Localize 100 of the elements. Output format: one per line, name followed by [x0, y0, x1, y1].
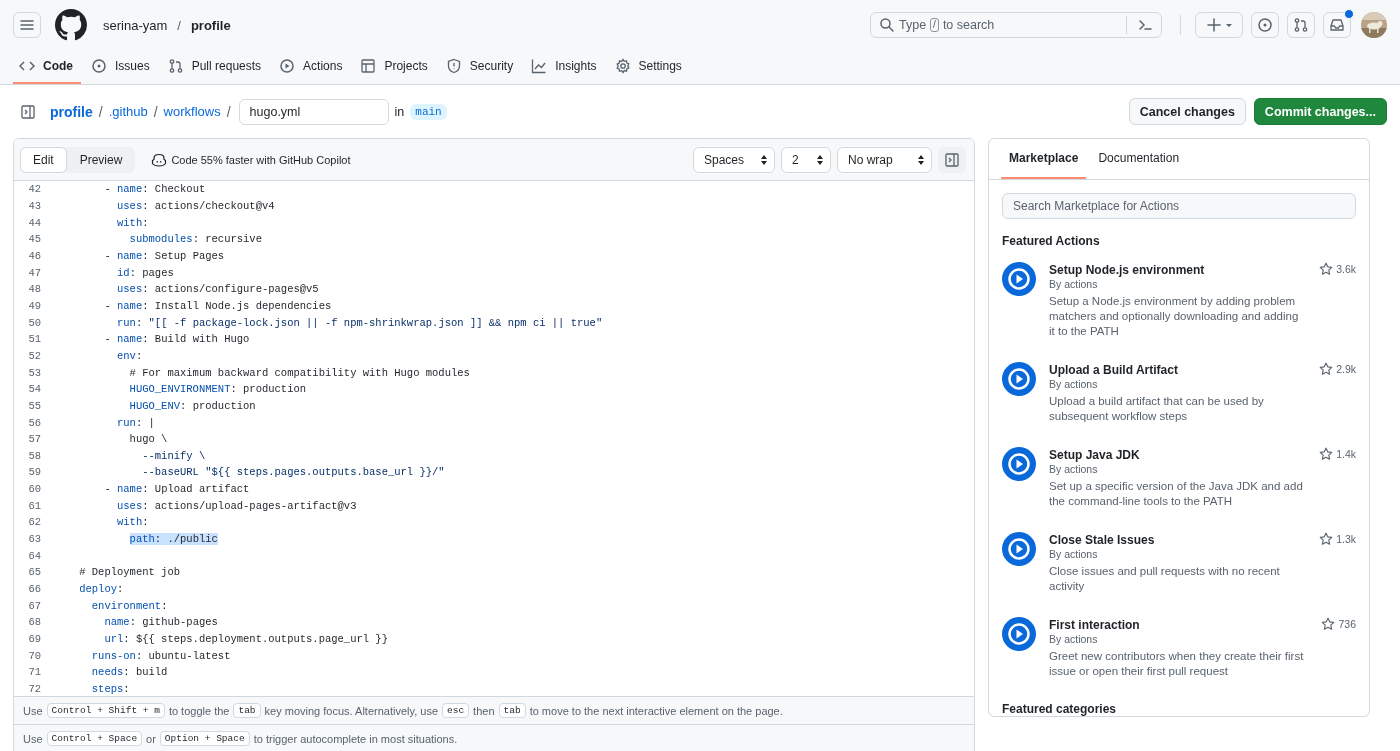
action-title-link[interactable]: Setup Java JDK: [1049, 447, 1304, 463]
marketplace-search-field[interactable]: Search Marketplace for Actions: [1002, 193, 1356, 219]
help-text: to toggle the: [168, 704, 230, 717]
action-description: Close issues and pull requests with no recent activity: [1049, 564, 1281, 594]
dropdown-select[interactable]: No wrap: [837, 146, 932, 173]
keyboard-key: Option + Space: [159, 731, 250, 746]
owner-link[interactable]: serina-yam: [103, 17, 168, 33]
star-count: 736: [1338, 618, 1356, 630]
line-number: 61: [27, 499, 41, 512]
action-author: By actions: [1049, 463, 1099, 476]
repo-link[interactable]: profile: [190, 17, 231, 33]
path-separator: /: [177, 17, 181, 33]
repo-tab[interactable]: Actions: [273, 50, 351, 84]
star-icon: [1319, 532, 1334, 546]
editor-tab[interactable]: Preview: [66, 146, 136, 173]
breadcrumb-link[interactable]: profile: [50, 103, 93, 120]
code-line: steps:: [90, 683, 130, 695]
filename-field[interactable]: hugo.yml: [238, 98, 389, 125]
line-number: 45: [27, 233, 41, 246]
line-number: 65: [27, 566, 41, 579]
issue-icon: [1257, 17, 1273, 33]
repo-tab[interactable]: Insights: [525, 50, 605, 84]
repo-tab[interactable]: Projects: [354, 50, 436, 84]
line-number: 70: [27, 649, 41, 662]
keyboard-key: tab: [498, 703, 526, 718]
line-number: 56: [27, 416, 41, 429]
line-number: 43: [27, 200, 41, 212]
line-number: 55: [27, 399, 41, 412]
terminal-icon[interactable]: [1137, 17, 1153, 33]
repo-tab[interactable]: Settings: [608, 50, 690, 84]
search-field[interactable]: Type / to search: [870, 12, 1162, 38]
action-title-link[interactable]: Upload a Build Artifact: [1049, 362, 1304, 378]
action-description: Greet new contributors when they create their first issue or open their first pull request: [1049, 649, 1304, 679]
sort-caret-icon: [760, 153, 768, 166]
help-text: to trigger autocomplete in most situations.: [253, 732, 458, 745]
line-number: 62: [27, 516, 41, 529]
copilot-promo[interactable]: Code 55% faster with GitHub Copilot: [171, 153, 351, 166]
pull-request-icon: [1293, 17, 1309, 33]
create-new-button[interactable]: [1195, 12, 1243, 38]
inbox-button[interactable]: [1323, 12, 1351, 38]
code-line: uses: actions/configure-pages@v5: [116, 283, 319, 296]
section-heading: Featured Actions: [1002, 234, 1101, 248]
breadcrumb-link[interactable]: .github: [108, 104, 148, 119]
dropdown-select[interactable]: 2: [781, 146, 831, 173]
commit-changes-button[interactable]: Commit changes...: [1253, 98, 1387, 125]
sort-caret-icon: [917, 153, 925, 166]
line-number: 64: [27, 549, 41, 562]
section-heading: Featured categories: [1002, 702, 1118, 716]
dropdown-select[interactable]: Spaces: [693, 146, 775, 173]
cancel-changes-button[interactable]: Cancel changes: [1128, 98, 1246, 125]
toggle-sidebar-button[interactable]: [938, 146, 966, 173]
search-icon: [879, 17, 895, 33]
inbox-icon: [1329, 17, 1345, 33]
sidebar-tab[interactable]: Documentation: [1090, 139, 1188, 179]
code-line: needs: build: [90, 666, 168, 679]
sort-caret-icon: [816, 153, 824, 166]
action-description: Set up a specific version of the Java JDK and add the command-line tools to the PATH: [1049, 479, 1304, 509]
code-line: name: github-pages: [103, 616, 218, 629]
line-number: 57: [27, 433, 41, 446]
repo-tab[interactable]: Issues: [85, 50, 158, 84]
code-line: HUGO_ENV: production: [128, 399, 256, 412]
star-icon: [1321, 617, 1336, 631]
menu-button[interactable]: [13, 12, 41, 38]
path-separator: /: [153, 103, 158, 120]
play-icon: [1002, 617, 1036, 651]
help-text: then: [473, 704, 495, 717]
play-icon: [1002, 262, 1036, 296]
code-line: hugo \: [128, 433, 168, 446]
code-line: environment:: [90, 599, 168, 612]
help-text: to move to the next interactive element on the page.: [529, 704, 783, 717]
repo-tab[interactable]: Code: [13, 50, 81, 84]
code-line: - name: Install Node.js dependencies: [103, 299, 332, 312]
code-line: uses: actions/checkout@v4: [116, 200, 275, 212]
line-number: 68: [27, 616, 41, 629]
editor-tab[interactable]: Edit: [20, 146, 67, 173]
play-icon: [1002, 532, 1036, 566]
line-number: 52: [27, 349, 41, 362]
sidebar-tab[interactable]: Marketplace: [1001, 139, 1087, 179]
branch-tag[interactable]: main: [410, 103, 447, 120]
pull-requests-button[interactable]: [1287, 12, 1315, 38]
octocat-logo-icon[interactable]: [55, 9, 87, 41]
action-title-link[interactable]: First interaction: [1049, 617, 1304, 633]
line-number: 42: [27, 183, 41, 196]
star-icon: [1319, 262, 1334, 276]
path-separator: /: [226, 103, 231, 120]
line-number: 58: [27, 449, 41, 462]
action-title-link[interactable]: Close Stale Issues: [1049, 532, 1304, 548]
action-title-link[interactable]: Setup Node.js environment: [1049, 262, 1304, 278]
code-line: uses: actions/upload-pages-artifact@v3: [116, 499, 357, 512]
action-author: By actions: [1049, 548, 1099, 561]
issues-button[interactable]: [1251, 12, 1279, 38]
caret-icon: [1226, 23, 1232, 27]
line-number: 72: [27, 683, 41, 695]
repo-tab[interactable]: Security: [439, 50, 522, 84]
issue-icon: [91, 58, 107, 74]
file-tree-toggle-icon[interactable]: [20, 103, 36, 120]
play-icon: [1002, 362, 1036, 396]
breadcrumb-link[interactable]: workflows: [163, 104, 221, 119]
repo-tab[interactable]: Pull requests: [161, 50, 270, 84]
action-author: By actions: [1049, 278, 1099, 291]
